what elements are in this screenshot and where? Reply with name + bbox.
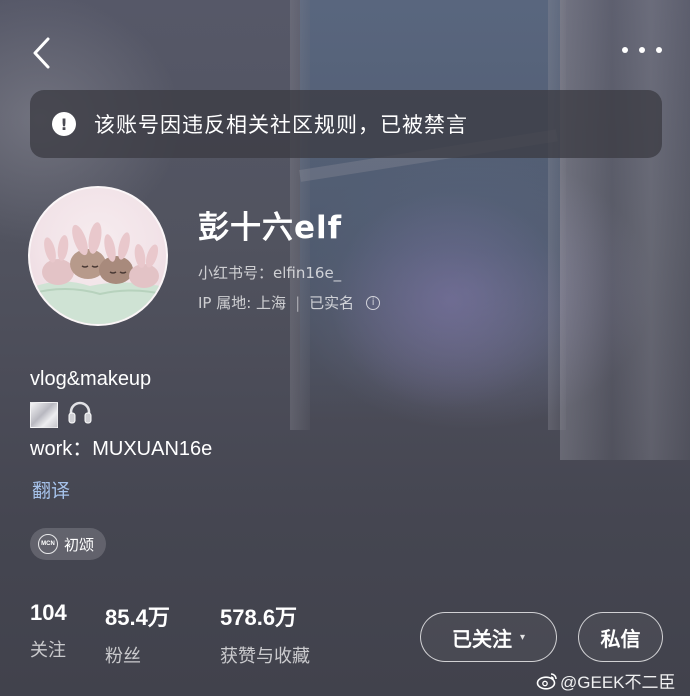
stat-label: 粉丝 <box>105 646 141 667</box>
profile-page: ! 该账号因违反相关社区规则，已被禁言 彭十六elf 小红书号：elfin16e… <box>0 0 690 696</box>
sparkle-tile-emoji <box>30 402 58 428</box>
top-bar <box>0 0 690 90</box>
mcn-tag-label: 初颂 <box>64 535 95 554</box>
watermark-text: @GEEK不二臣 <box>560 673 676 692</box>
info-circle-icon[interactable]: i <box>366 295 381 310</box>
weibo-icon <box>536 672 558 690</box>
stat-likes-collects[interactable]: 578.6万 获赞与收藏 <box>220 600 310 668</box>
chevron-left-icon[interactable] <box>30 36 54 70</box>
alert-circle-icon: ! <box>52 112 76 136</box>
bio-line: work：MUXUAN16e <box>30 438 213 460</box>
divider: | <box>295 293 301 312</box>
stat-fans[interactable]: 85.4万 粉丝 <box>105 600 170 668</box>
headphones-emoji <box>66 398 94 432</box>
bio-line: vlog&makeup <box>30 368 152 390</box>
profile-id[interactable]: 小红书号：elfin16e_ <box>198 262 341 283</box>
profile-nickname: 彭十六elf <box>198 210 343 246</box>
message-button[interactable]: 私信 <box>578 612 663 662</box>
stat-following[interactable]: 104 关注 <box>30 600 67 662</box>
profile-ip-line: IP 属地: 上海 | 已实名 i <box>198 292 381 313</box>
ban-notice-banner: ! 该账号因违反相关社区规则，已被禁言 <box>30 90 662 158</box>
ip-location: IP 属地: 上海 <box>198 294 287 312</box>
bio-emoji-line <box>30 398 94 432</box>
more-dots-icon[interactable] <box>622 44 662 56</box>
avatar[interactable] <box>28 186 168 326</box>
stat-value: 85.4万 <box>105 605 170 630</box>
mcn-tag-chip[interactable]: MCN 初颂 <box>30 528 107 560</box>
following-button[interactable]: 已关注 ▾ <box>420 612 557 662</box>
ban-notice-text: 该账号因违反相关社区规则，已被禁言 <box>94 113 468 137</box>
stat-value: 104 <box>30 600 67 625</box>
stat-value: 578.6万 <box>220 605 298 630</box>
translate-link[interactable]: 翻译 <box>32 476 70 503</box>
mcn-icon: MCN <box>38 534 58 554</box>
following-button-label: 已关注 <box>451 626 512 651</box>
message-button-label: 私信 <box>600 626 641 651</box>
caret-down-icon: ▾ <box>519 631 526 643</box>
stat-label: 关注 <box>30 640 66 661</box>
verification-status: 已实名 <box>309 294 355 312</box>
stat-label: 获赞与收藏 <box>220 646 310 667</box>
watermark: @GEEK不二臣 <box>536 668 676 693</box>
